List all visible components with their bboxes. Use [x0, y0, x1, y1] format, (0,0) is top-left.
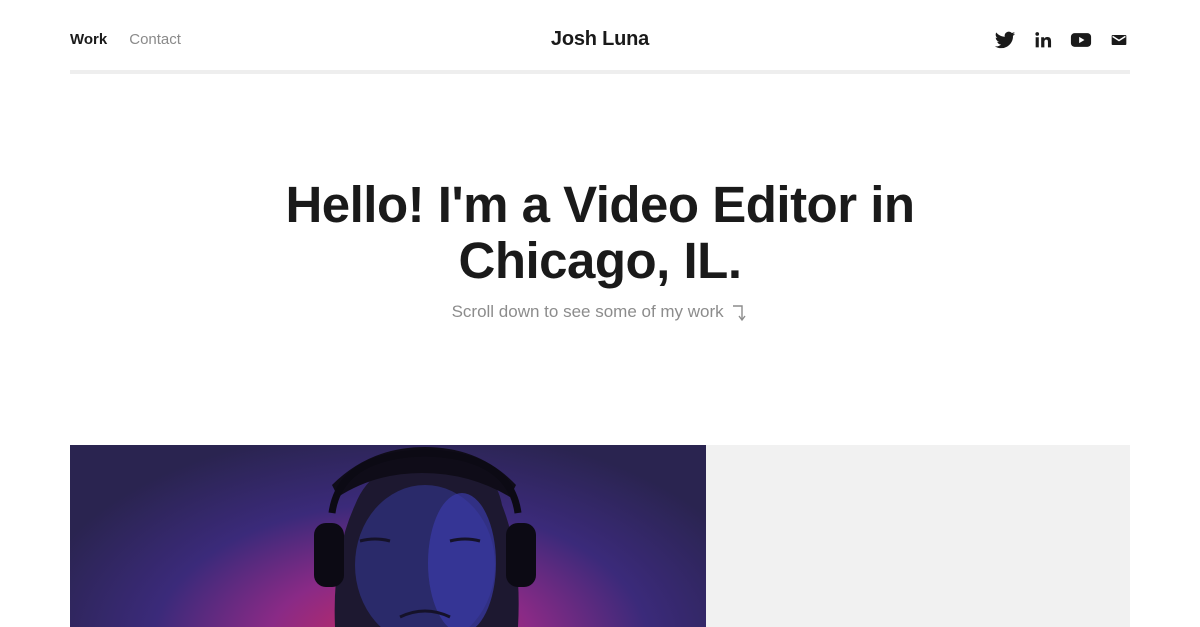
corner-down-arrow-icon — [733, 304, 746, 321]
main-nav: Work Contact — [70, 31, 181, 48]
person-with-headphones-image — [314, 447, 536, 627]
site-header: Work Contact Josh Luna — [70, 0, 1130, 70]
hero-title: Hello! I'm a Video Editor in Chicago, IL… — [285, 176, 915, 289]
mail-icon — [1111, 34, 1127, 46]
nav-contact-link[interactable]: Contact — [129, 31, 181, 48]
site-title[interactable]: Josh Luna — [551, 28, 649, 50]
mail-link[interactable] — [1108, 29, 1130, 51]
twitter-link[interactable] — [994, 29, 1016, 51]
youtube-icon — [1070, 33, 1092, 47]
project-placeholder — [706, 445, 1130, 627]
header-divider — [70, 70, 1130, 74]
site-brand: Josh Luna — [70, 28, 1130, 51]
nav-work-link[interactable]: Work — [70, 31, 107, 48]
project-thumbnail[interactable] — [70, 445, 706, 627]
youtube-link[interactable] — [1070, 29, 1092, 51]
linkedin-icon — [1035, 32, 1052, 48]
twitter-icon — [994, 31, 1016, 49]
hero-subtitle-text: Scroll down to see some of my work — [451, 302, 724, 321]
social-links — [994, 29, 1130, 51]
linkedin-link[interactable] — [1032, 29, 1054, 51]
hero-subtitle: Scroll down to see some of my work — [0, 302, 1200, 322]
